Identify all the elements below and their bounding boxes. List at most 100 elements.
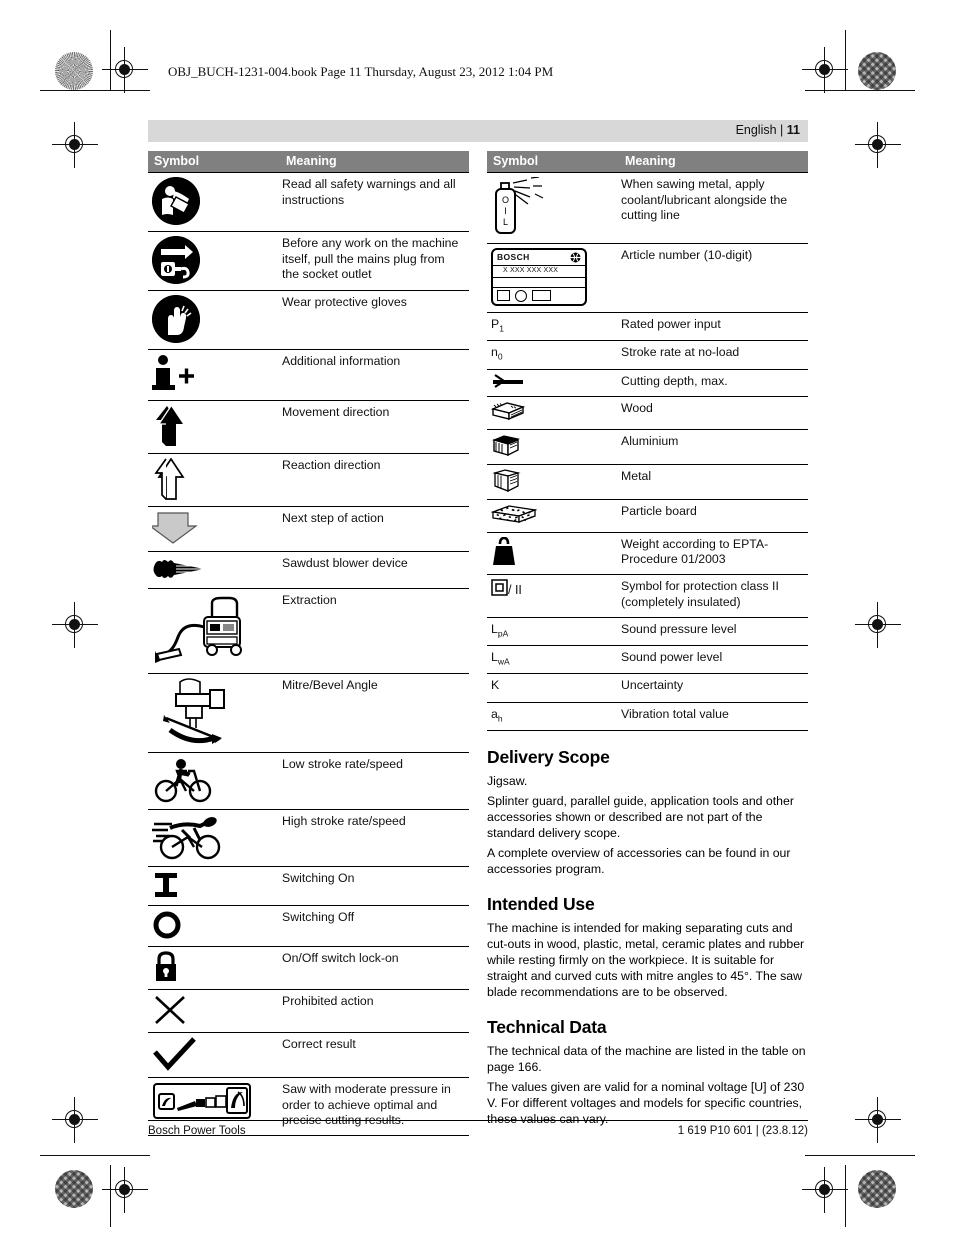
symbol-label-base: a	[491, 706, 498, 721]
symbol-cell	[148, 673, 280, 753]
meaning-cell: Weight according to EPTA-Procedure 01/20…	[619, 531, 808, 575]
nameplate-marks-row	[493, 288, 585, 304]
meaning-cell: Mitre/Bevel Angle	[280, 673, 469, 753]
table-row: Next step of action	[148, 506, 469, 552]
running-head-page-number: 11	[786, 123, 800, 137]
column-header-symbol: Symbol	[487, 151, 619, 173]
table-row: Before any work on the machine itself, p…	[148, 231, 469, 291]
left-column: Symbol Meaning Read all safety warnings …	[148, 151, 469, 1137]
symbol-label-base: K	[491, 678, 500, 693]
meaning-cell: Metal	[619, 463, 808, 500]
symbol-cell	[148, 231, 280, 291]
table-row: Additional information	[148, 349, 469, 401]
column-header-meaning: Meaning	[619, 151, 808, 173]
table-row: Metal	[487, 463, 808, 500]
nameplate-blank-row	[493, 278, 585, 288]
nameplate-article-number: X XXX XXX XXX	[493, 266, 585, 278]
meaning-cell: Read all safety warnings and all instruc…	[280, 172, 469, 232]
symbol-cell: K	[487, 673, 619, 703]
meaning-cell: Cutting depth, max.	[619, 368, 808, 397]
table-row: n0 Stroke rate at no-load	[487, 340, 808, 370]
protection-class-label: / II	[508, 582, 522, 597]
low-speed-cyclist-icon	[152, 757, 278, 803]
table-row: Mitre/Bevel Angle	[148, 673, 469, 753]
bosch-logo-icon	[570, 252, 581, 263]
symbol-cell	[487, 498, 619, 533]
table-row: Switching On	[148, 866, 469, 906]
symbol-cell	[148, 400, 280, 454]
symbol-cell	[148, 290, 280, 350]
symbol-cell	[148, 506, 280, 552]
nameplate-rectangle-icon	[532, 290, 551, 302]
two-column-layout: Symbol Meaning Read all safety warnings …	[148, 151, 808, 1137]
page-content: English | 11 Symbol Meaning Read all saf…	[148, 120, 808, 1137]
symbol-cell: ah	[487, 701, 619, 731]
metal-block-icon	[491, 468, 617, 493]
meaning-cell: Reaction direction	[280, 453, 469, 507]
aluminium-block-icon	[491, 434, 617, 458]
bosch-brand-text: BOSCH	[497, 252, 530, 263]
table-row: Sawdust blower device	[148, 551, 469, 589]
density-rosette-top-right	[858, 52, 896, 90]
crop-line-bottom-right	[805, 1155, 915, 1156]
meaning-cell: Particle board	[619, 498, 808, 533]
table-row: Correct result	[148, 1032, 469, 1078]
meaning-cell: Switching Off	[280, 905, 469, 947]
bosch-nameplate-icon: BOSCH X XXX XXX XXX	[491, 248, 587, 306]
symbol-label-sub: h	[497, 712, 503, 723]
symbol-cell	[148, 551, 280, 589]
symbol-cell	[148, 866, 280, 906]
table-row: Switching Off	[148, 905, 469, 947]
registration-mark-top-right	[802, 47, 848, 93]
symbol-cell	[148, 453, 280, 507]
meaning-cell: Additional information	[280, 349, 469, 401]
registration-mark-bottom-left	[102, 1167, 148, 1213]
movement-direction-arrow-icon	[152, 405, 278, 447]
registration-mark-top-left	[102, 47, 148, 93]
table-row: Wood	[487, 395, 808, 430]
prohibited-action-cross-icon	[152, 994, 278, 1026]
meaning-cell: Extraction	[280, 588, 469, 674]
density-rosette-bottom-left	[55, 1170, 93, 1208]
symbol-cell	[148, 588, 280, 674]
right-column: Symbol Meaning O I L When sawing metal, …	[487, 151, 808, 1136]
column-header-meaning: Meaning	[280, 151, 469, 173]
symbol-label-sub: pA	[497, 628, 509, 638]
symbol-cell	[487, 428, 619, 465]
symbol-cell	[487, 531, 619, 575]
symbol-table-right: Symbol Meaning O I L When sawing metal, …	[487, 151, 808, 731]
symbol-cell	[148, 946, 280, 990]
crop-line-top-right-v	[845, 30, 846, 90]
column-header-symbol: Symbol	[148, 151, 280, 173]
section-heading-technical-data: Technical Data	[487, 1016, 607, 1037]
moderate-pressure-sawing-icon	[152, 1082, 278, 1120]
meaning-cell: Before any work on the machine itself, p…	[280, 231, 469, 291]
symbol-label-base: P	[491, 316, 500, 331]
table-row: K Uncertainty	[487, 673, 808, 703]
symbol-label-sub: wA	[497, 656, 510, 667]
print-header-text: OBJ_BUCH-1231-004.book Page 11 Thursday,…	[168, 64, 554, 79]
running-head-text: English | 11	[736, 123, 800, 137]
density-rosette-top-left	[55, 52, 93, 90]
meaning-cell: Sawdust blower device	[280, 551, 469, 589]
symbol-cell: / II	[487, 574, 619, 618]
symbol-cell: LwA	[487, 644, 619, 674]
high-speed-cyclist-icon	[152, 814, 278, 860]
table-row: LwA Sound power level	[487, 644, 808, 674]
meaning-cell: When sawing metal, apply coolant/lubrica…	[619, 172, 808, 244]
meaning-cell: Switching On	[280, 866, 469, 906]
weight-icon	[491, 536, 617, 567]
meaning-cell: Wear protective gloves	[280, 290, 469, 350]
registration-mark-right-lower	[855, 1097, 901, 1143]
table-row: LpA Sound pressure level	[487, 616, 808, 646]
symbol-cell	[148, 809, 280, 867]
meaning-cell: Uncertainty	[619, 673, 808, 703]
symbol-cell: n0	[487, 340, 619, 370]
density-rosette-bottom-right	[858, 1170, 896, 1208]
wood-block-icon	[491, 401, 617, 423]
table-row: Reaction direction	[148, 453, 469, 507]
symbol-cell: P1	[487, 311, 619, 341]
particle-board-icon	[491, 504, 617, 526]
meaning-cell: Next step of action	[280, 506, 469, 552]
table-row: Prohibited action	[148, 989, 469, 1033]
